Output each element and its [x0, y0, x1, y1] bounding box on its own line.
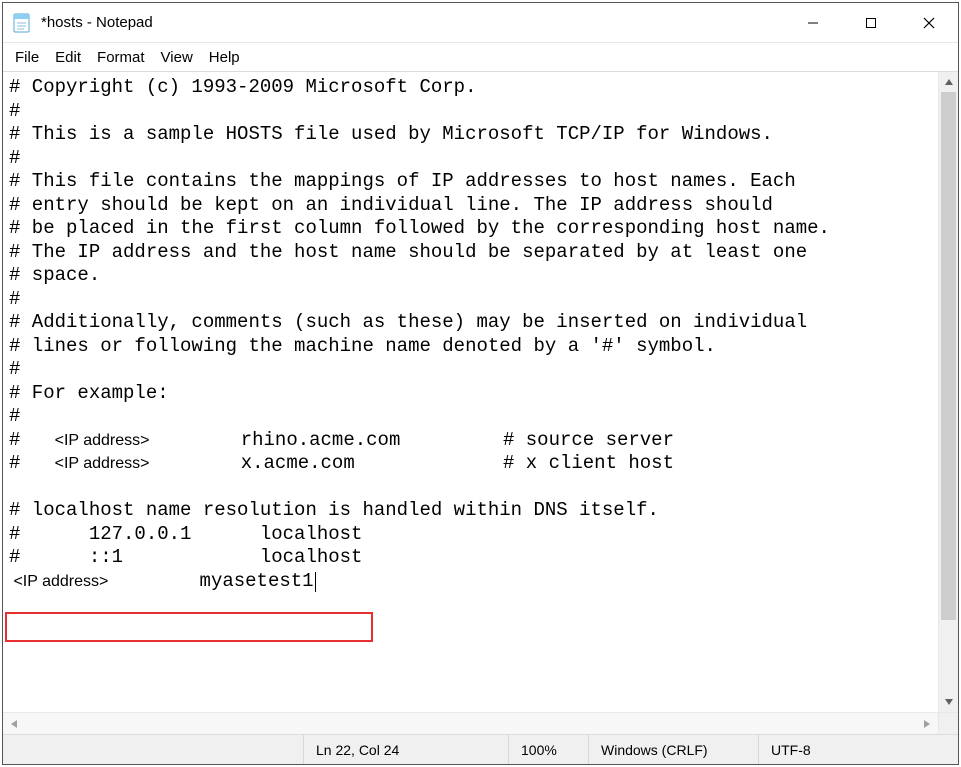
minimize-button[interactable] [784, 3, 842, 42]
scroll-up-arrow-icon[interactable] [939, 72, 958, 92]
horizontal-scrollbar[interactable] [3, 712, 938, 734]
text-line: # For example: [9, 382, 169, 404]
editor-area: # Copyright (c) 1993-2009 Microsoft Corp… [3, 71, 958, 734]
vertical-scrollbar[interactable] [938, 72, 958, 712]
text-line: # space. [9, 264, 100, 286]
status-line-endings: Windows (CRLF) [588, 735, 758, 764]
ip-placeholder: <IP address> [9, 573, 108, 590]
notepad-icon [11, 12, 33, 34]
text-line: # [9, 147, 20, 169]
scroll-right-arrow-icon[interactable] [916, 713, 938, 734]
text-line: # [9, 429, 55, 451]
text-line: # [9, 452, 55, 474]
text-line: # Additionally, comments (such as these)… [9, 311, 807, 333]
titlebar[interactable]: *hosts - Notepad [3, 3, 958, 43]
maximize-button[interactable] [842, 3, 900, 42]
scrollbar-track[interactable] [939, 92, 958, 692]
text-caret [315, 572, 316, 592]
status-spacer [3, 735, 303, 764]
text-line: rhino.acme.com # source server [150, 429, 675, 451]
menu-file[interactable]: File [7, 47, 47, 68]
text-line: # entry should be kept on an individual … [9, 194, 773, 216]
text-line: # Copyright (c) 1993-2009 Microsoft Corp… [9, 76, 476, 98]
scroll-down-arrow-icon[interactable] [939, 692, 958, 712]
text-content[interactable]: # Copyright (c) 1993-2009 Microsoft Corp… [3, 72, 938, 712]
text-line: # The IP address and the host name shoul… [9, 241, 807, 263]
window-controls [784, 3, 958, 42]
text-line: # be placed in the first column followed… [9, 217, 830, 239]
statusbar: Ln 22, Col 24 100% Windows (CRLF) UTF-8 [3, 734, 958, 764]
close-button[interactable] [900, 3, 958, 42]
scroll-left-arrow-icon[interactable] [3, 713, 25, 734]
menu-help[interactable]: Help [201, 47, 248, 68]
status-encoding: UTF-8 [758, 735, 958, 764]
window-title: *hosts - Notepad [41, 14, 153, 31]
text-line: # localhost name resolution is handled w… [9, 499, 659, 521]
status-cursor-position: Ln 22, Col 24 [303, 735, 508, 764]
menu-view[interactable]: View [153, 47, 201, 68]
text-line: # 127.0.0.1 localhost [9, 523, 362, 545]
scrollbar-corner [938, 712, 958, 734]
text-line: # [9, 405, 20, 427]
menu-format[interactable]: Format [89, 47, 153, 68]
scrollbar-thumb[interactable] [941, 92, 956, 620]
notepad-window: *hosts - Notepad File Edit Format View H… [2, 2, 959, 765]
text-line: myasetest1 [108, 570, 313, 592]
text-line: # [9, 358, 20, 380]
ip-placeholder: <IP address> [55, 432, 150, 449]
text-line: # ::1 localhost [9, 546, 362, 568]
text-line: x.acme.com # x client host [150, 452, 675, 474]
text-line: # [9, 100, 20, 122]
text-line: # [9, 288, 20, 310]
menubar: File Edit Format View Help [3, 43, 958, 71]
text-line: # This file contains the mappings of IP … [9, 170, 796, 192]
status-zoom: 100% [508, 735, 588, 764]
text-line: # This is a sample HOSTS file used by Mi… [9, 123, 773, 145]
menu-edit[interactable]: Edit [47, 47, 89, 68]
ip-placeholder: <IP address> [55, 455, 150, 472]
editor: # Copyright (c) 1993-2009 Microsoft Corp… [3, 72, 958, 734]
text-line: # lines or following the machine name de… [9, 335, 716, 357]
